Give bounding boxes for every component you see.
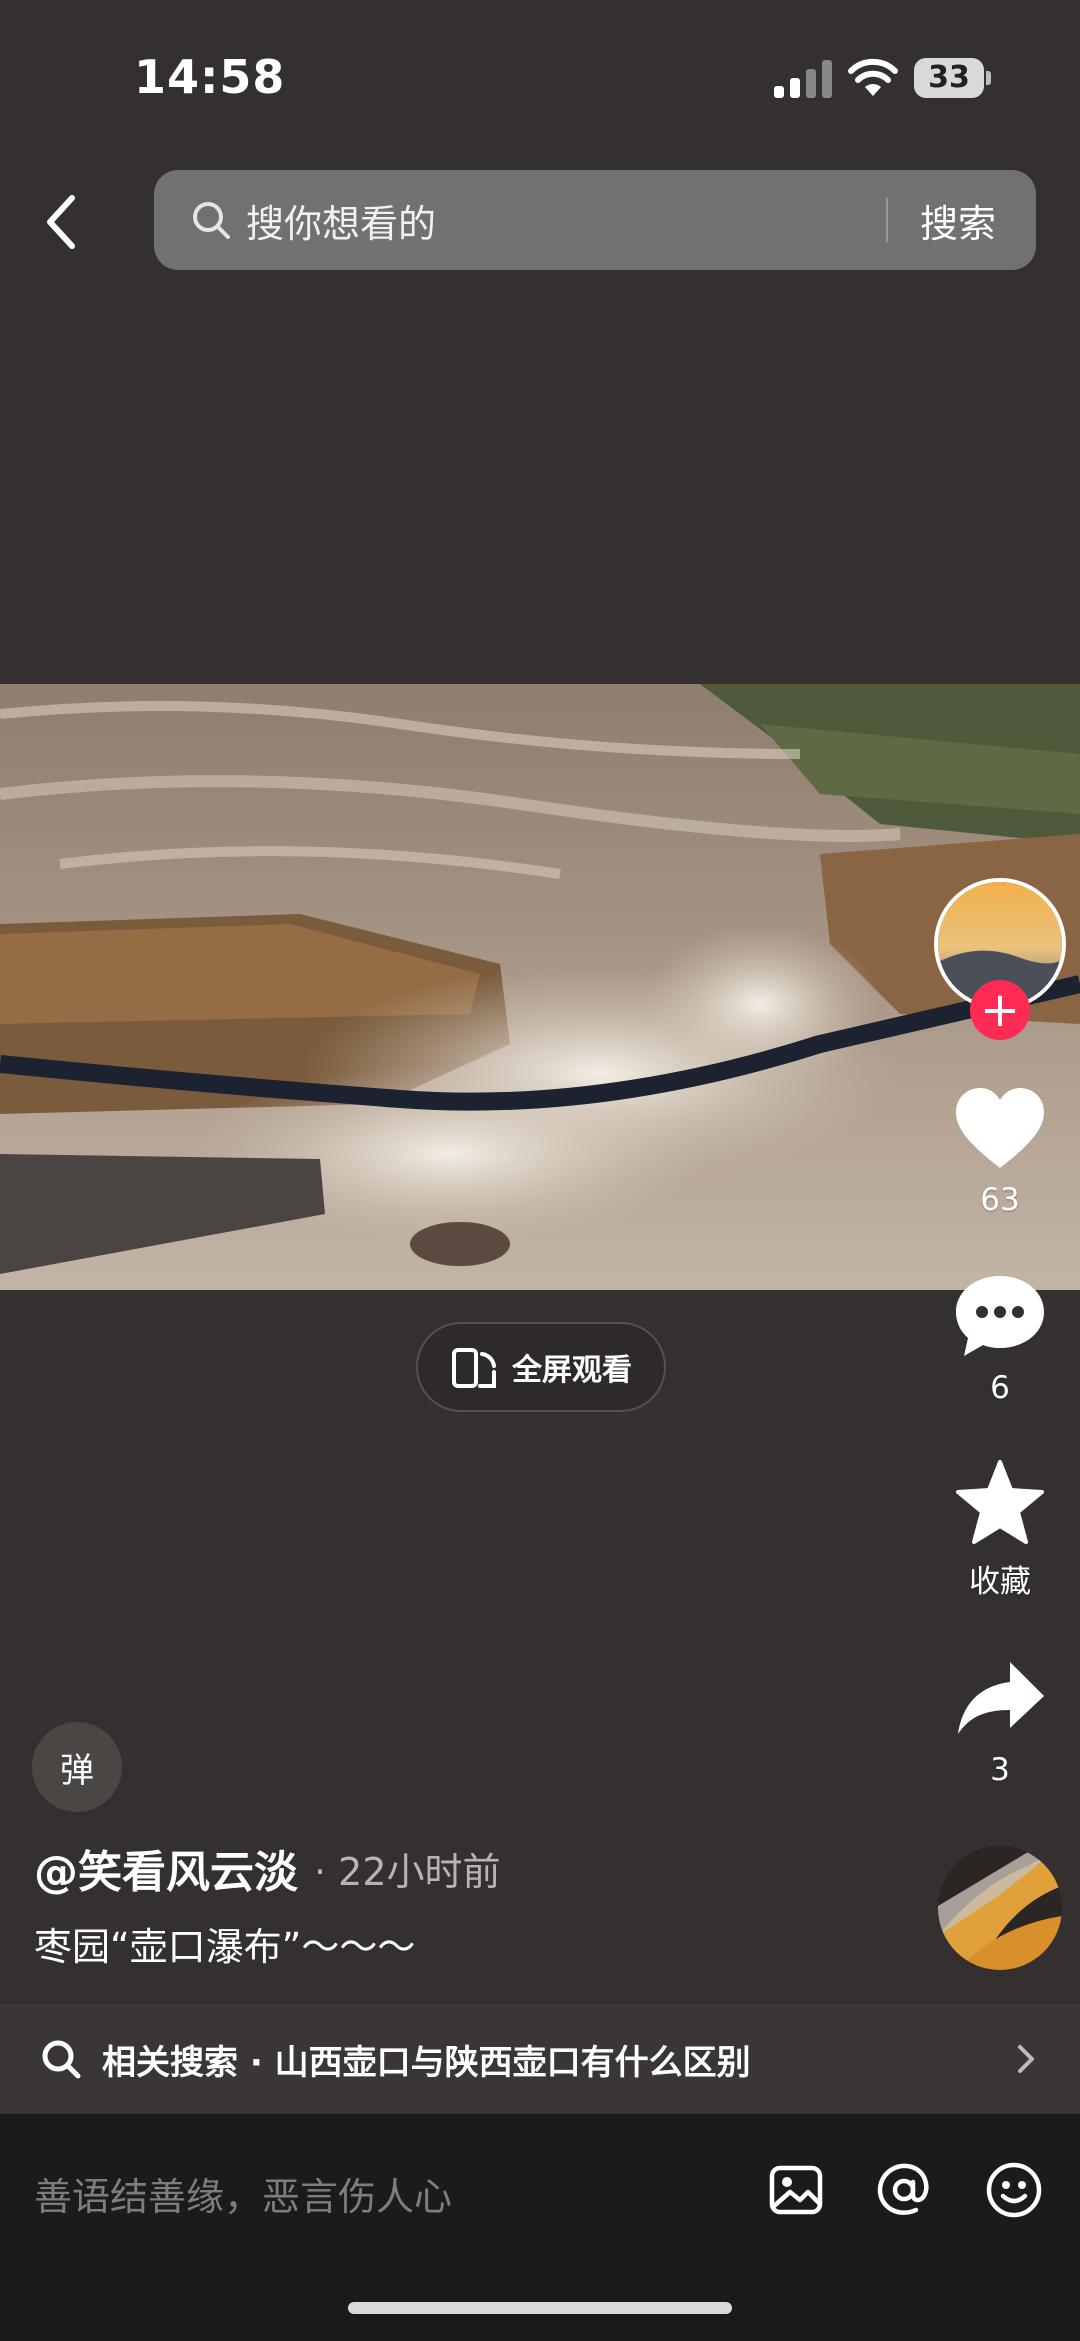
- search-icon: [193, 202, 230, 239]
- like-count: 63: [980, 1182, 1020, 1218]
- at-icon[interactable]: [874, 2160, 934, 2220]
- waterfall-video-frame: [0, 684, 1080, 1290]
- search-button[interactable]: 搜索: [920, 193, 996, 248]
- fullscreen-button[interactable]: 全屏观看: [416, 1322, 666, 1412]
- like-button[interactable]: 63: [940, 1084, 1060, 1218]
- battery-level: 33: [914, 58, 984, 98]
- favorite-button[interactable]: 收藏: [940, 1458, 1060, 1601]
- author-name[interactable]: @笑看风云淡: [34, 1836, 298, 1900]
- related-search-text: 相关搜索 · 山西壶口与陕西壶口有什么区别: [102, 2042, 751, 2083]
- share-count: 3: [990, 1752, 1010, 1788]
- fullscreen-icon: [452, 1348, 496, 1388]
- follow-button[interactable]: +: [970, 980, 1030, 1040]
- back-icon[interactable]: [36, 188, 92, 256]
- danmu-toggle-button[interactable]: 弹: [32, 1722, 122, 1812]
- emoji-icon[interactable]: [984, 2160, 1044, 2220]
- comment-button[interactable]: 6: [940, 1272, 1060, 1406]
- chevron-right-icon: [1018, 2045, 1034, 2073]
- favorite-label: 收藏: [969, 1564, 1031, 1600]
- image-icon[interactable]: [766, 2160, 826, 2220]
- status-time: 14:58: [134, 50, 286, 104]
- video-player[interactable]: [0, 684, 1080, 1290]
- post-description: 枣园“壶口瀑布”～～～: [34, 1925, 416, 1969]
- music-cover-image: [938, 1846, 1062, 1970]
- post-time: · 22小时前: [314, 1849, 501, 1894]
- search-input[interactable]: 搜你想看的: [246, 193, 886, 248]
- search-divider: [885, 198, 888, 242]
- comment-count: 6: [990, 1370, 1010, 1406]
- star-icon: [956, 1460, 1044, 1544]
- music-disc[interactable]: [938, 1846, 1062, 1970]
- comment-input[interactable]: 善语结善缘，恶言伤人心: [34, 2166, 452, 2221]
- comment-icon: [956, 1276, 1044, 1356]
- fullscreen-label: 全屏观看: [512, 1353, 632, 1388]
- share-button[interactable]: 3: [940, 1654, 1060, 1788]
- battery-indicator: 33: [914, 58, 992, 98]
- wifi-icon: [848, 58, 898, 96]
- search-bar[interactable]: 搜你想看的 搜索: [154, 170, 1036, 270]
- home-indicator[interactable]: [348, 2302, 732, 2314]
- author-line: @笑看风云淡 · 22小时前: [34, 1836, 501, 1900]
- related-search-bar[interactable]: 相关搜索 · 山西壶口与陕西壶口有什么区别: [0, 2004, 1080, 2114]
- cellular-signal-icon: [774, 60, 832, 98]
- search-icon: [42, 2040, 81, 2079]
- share-icon: [958, 1662, 1044, 1734]
- heart-icon: [956, 1088, 1044, 1168]
